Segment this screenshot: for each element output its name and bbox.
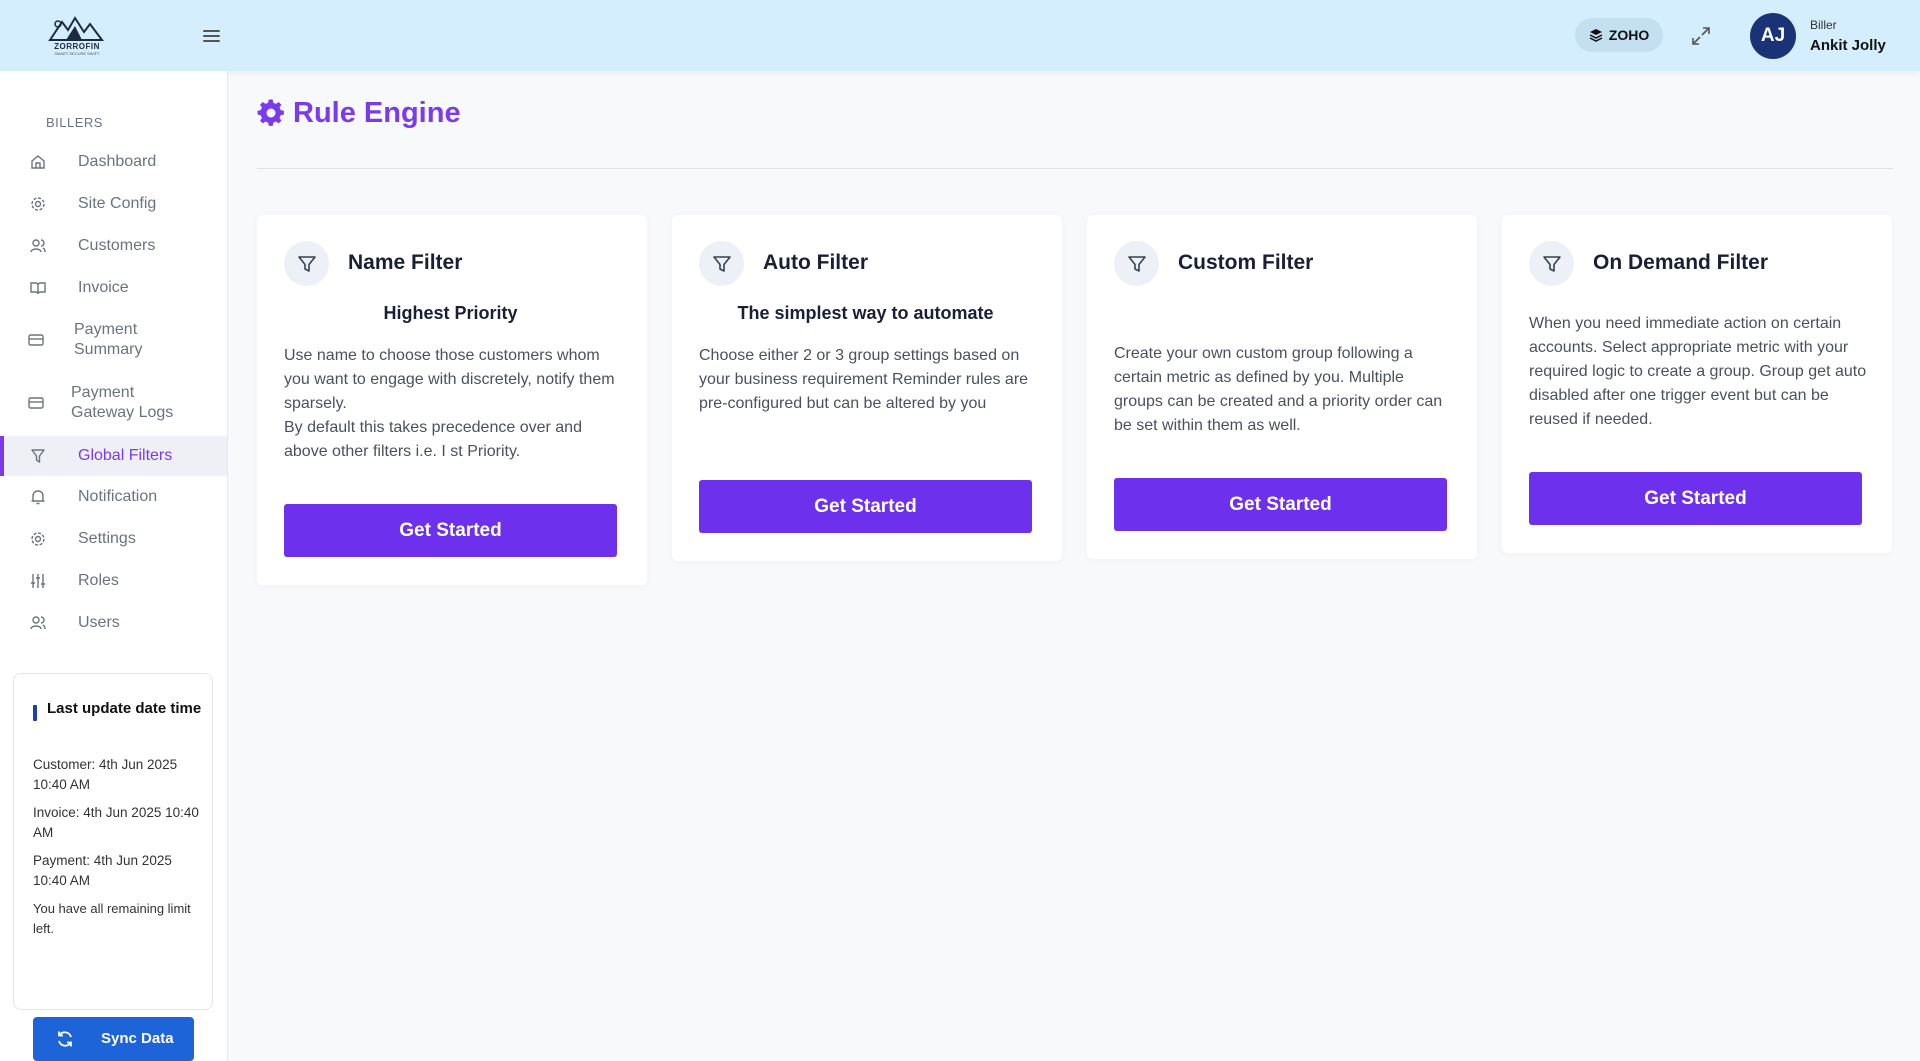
payment-update-time: Payment: 4th Jun 2025 10:40 AM — [33, 853, 172, 888]
card-icon — [28, 334, 44, 346]
sidebar-item-label: Global Filters — [78, 447, 173, 464]
zorrofin-logo[interactable]: ZORROFIN SMART SECURE SWIFT — [44, 14, 110, 56]
filter-icon-badge — [1529, 241, 1574, 286]
sidebar-section-title: BILLERS — [46, 115, 103, 130]
sidebar-item-invoice[interactable]: Invoice — [0, 274, 227, 302]
accent-bar — [33, 705, 37, 721]
filter-icon — [1542, 255, 1561, 272]
sidebar-item-dashboard[interactable]: Dashboard — [0, 148, 227, 176]
home-icon — [31, 155, 45, 169]
top-header: ZORROFIN SMART SECURE SWIFT ZOHO AJ Bill… — [0, 0, 1920, 71]
card-title: Name Filter — [348, 251, 463, 274]
sidebar-item-roles[interactable]: Roles — [0, 567, 227, 595]
card-description: Use name to choose those customers whom … — [284, 347, 615, 460]
sync-data-label: Sync Data — [101, 1030, 174, 1047]
card-description: Choose either 2 or 3 group settings base… — [699, 347, 1029, 412]
users-icon — [30, 239, 46, 253]
page-header: Rule Engine — [257, 96, 461, 130]
sidebar-item-customers[interactable]: Customers — [0, 232, 227, 260]
fullscreen-button[interactable] — [1690, 25, 1712, 47]
sliders-icon — [31, 574, 45, 588]
sync-data-button[interactable]: Sync Data — [33, 1017, 194, 1061]
on-demand-filter-get-started-button[interactable]: Get Started — [1529, 472, 1862, 525]
last-update-panel: Last update date time Customer: 4th Jun … — [13, 673, 213, 1061]
expand-icon — [1692, 27, 1710, 45]
card-title: Custom Filter — [1178, 251, 1314, 274]
sidebar-item-label: Payment Summary — [74, 321, 143, 358]
filter-icon — [712, 255, 731, 272]
zoho-integration-badge[interactable]: ZOHO — [1575, 18, 1663, 52]
bell-icon — [31, 490, 45, 505]
logo-text: ZORROFIN — [54, 42, 100, 51]
card-subtitle: Highest Priority — [383, 303, 518, 323]
gear-icon — [31, 197, 45, 211]
on-demand-filter-card: On Demand Filter When you need immediate… — [1502, 215, 1892, 553]
gear-icon — [257, 99, 284, 126]
filter-icon — [31, 449, 45, 463]
sidebar-item-global-filters[interactable]: Global Filters — [0, 436, 227, 476]
card-title: Auto Filter — [763, 251, 868, 274]
sidebar: BILLERS Dashboard Site Config Customers … — [0, 71, 228, 1061]
gear-icon — [31, 532, 45, 546]
limit-note: You have all remaining limit left. — [33, 901, 191, 936]
user-role: Biller — [1810, 18, 1837, 32]
filter-icon-badge — [1114, 241, 1159, 286]
card-title: On Demand Filter — [1593, 251, 1769, 274]
sidebar-item-label: Settings — [78, 530, 136, 547]
hamburger-icon — [203, 30, 220, 42]
page-title: Rule Engine — [293, 96, 461, 129]
last-update-title: Last update date time — [47, 700, 202, 717]
sidebar-item-settings[interactable]: Settings — [0, 525, 227, 553]
card-description: When you need immediate action on certai… — [1529, 315, 1867, 428]
layers-icon — [1589, 29, 1603, 42]
book-icon — [30, 282, 46, 295]
filter-icon — [297, 255, 316, 272]
sidebar-item-label: Site Config — [78, 195, 157, 212]
sidebar-item-label: Invoice — [78, 279, 129, 296]
users-icon — [30, 616, 46, 630]
card-subtitle: The simplest way to automate — [737, 303, 994, 323]
invoice-update-time: Invoice: 4th Jun 2025 10:40 AM — [33, 805, 199, 840]
auto-filter-card: Auto Filter The simplest way to automate… — [672, 215, 1062, 561]
sidebar-item-label: Payment Gateway Logs — [71, 384, 174, 421]
sidebar-item-label: Dashboard — [78, 153, 157, 170]
sidebar-item-users[interactable]: Users — [0, 609, 227, 637]
filter-icon — [1127, 255, 1146, 272]
auto-filter-get-started-button[interactable]: Get Started — [699, 480, 1032, 533]
sidebar-item-payment-gateway-logs[interactable]: Payment Gateway Logs — [0, 381, 227, 425]
sidebar-item-site-config[interactable]: Site Config — [0, 190, 227, 218]
user-avatar[interactable]: AJ — [1750, 13, 1796, 59]
logo-tagline: SMART SECURE SWIFT — [54, 51, 100, 56]
name-filter-card: Name Filter Highest Priority Use name to… — [257, 215, 647, 585]
sidebar-item-label: Roles — [78, 572, 119, 589]
header-divider — [257, 168, 1893, 169]
sidebar-item-label: Notification — [78, 488, 158, 505]
custom-filter-get-started-button[interactable]: Get Started — [1114, 478, 1447, 531]
user-name[interactable]: Ankit Jolly — [1810, 37, 1886, 54]
hamburger-menu-button[interactable] — [201, 26, 223, 46]
refresh-icon — [58, 1031, 72, 1047]
sidebar-item-label: Users — [78, 614, 120, 631]
sidebar-item-label: Customers — [78, 237, 156, 254]
name-filter-get-started-button[interactable]: Get Started — [284, 504, 617, 557]
sidebar-item-payment-summary[interactable]: Payment Summary — [0, 318, 227, 362]
zoho-label: ZOHO — [1608, 27, 1650, 43]
customer-update-time: Customer: 4th Jun 2025 10:40 AM — [33, 757, 178, 792]
card-icon — [28, 397, 44, 409]
custom-filter-card: Custom Filter Create your own custom gro… — [1087, 215, 1477, 559]
sidebar-item-notification[interactable]: Notification — [0, 483, 227, 511]
card-description: Create your own custom group following a… — [1114, 345, 1443, 434]
filter-icon-badge — [699, 241, 744, 286]
mountain-logo-icon — [48, 16, 104, 41]
filter-icon-badge — [284, 241, 329, 286]
